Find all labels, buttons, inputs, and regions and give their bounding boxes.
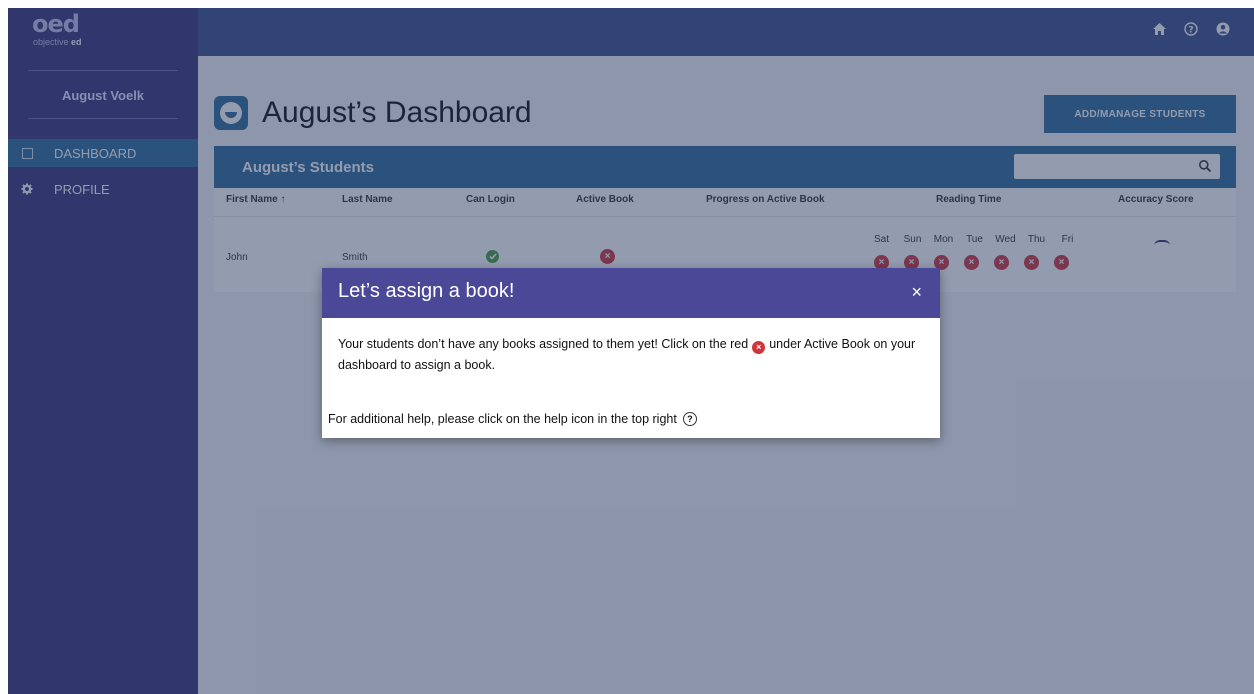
close-icon[interactable]: × [911, 282, 922, 302]
help-icon: ? [682, 412, 697, 426]
modal-help: For additional help, please click on the… [328, 412, 697, 426]
modal-header: Let’s assign a book! × [322, 268, 940, 318]
x-circle-icon: × [752, 341, 766, 354]
modal-help-text: For additional help, please click on the… [328, 412, 677, 426]
modal-text-before: Your students don’t have any books assig… [338, 337, 749, 351]
assign-book-modal: Let’s assign a book! × Your students don… [322, 268, 940, 438]
modal-body: Your students don’t have any books assig… [338, 334, 928, 376]
app-frame: oed objective ed August Voelk DASHBOARD … [8, 8, 1254, 694]
modal-title: Let’s assign a book! [338, 280, 515, 302]
